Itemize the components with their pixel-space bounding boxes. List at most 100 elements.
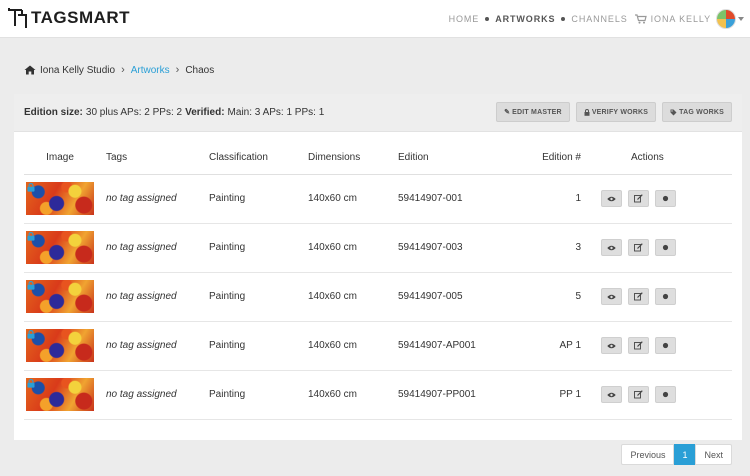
view-button[interactable] xyxy=(601,190,622,207)
table-row: no tag assigned Painting 140x60 cm 59414… xyxy=(24,223,732,273)
artwork-thumbnail[interactable] xyxy=(26,182,94,215)
edition-number-cell: 5 xyxy=(521,272,591,322)
classification-cell: Painting xyxy=(209,370,308,420)
verified-value: Main: 3 APs: 1 PPs: 1 xyxy=(227,107,325,118)
edition-cell: 59414907-003 xyxy=(398,223,521,273)
artwork-image-cell xyxy=(24,223,96,273)
actions-cell xyxy=(591,321,732,371)
more-button[interactable] xyxy=(655,239,676,256)
tags-cell: no tag assigned xyxy=(96,223,209,273)
eye-icon xyxy=(607,392,616,397)
eye-icon xyxy=(607,294,616,299)
edit-button[interactable] xyxy=(628,190,649,207)
edit-button[interactable] xyxy=(628,239,649,256)
artwork-card: Edition size: 30 plus APs: 2 PPs: 2 Veri… xyxy=(14,94,742,440)
lock-icon xyxy=(27,183,35,192)
nav-separator xyxy=(485,17,490,21)
artwork-thumbnail[interactable] xyxy=(26,280,94,313)
edition-cell: 59414907-005 xyxy=(398,272,521,322)
pagination-page-1[interactable]: 1 xyxy=(674,444,696,465)
classification-cell: Painting xyxy=(209,321,308,371)
edition-cell: 59414907-AP001 xyxy=(398,321,521,371)
cart-icon[interactable] xyxy=(634,14,647,24)
dimensions-cell: 140x60 cm xyxy=(308,370,398,420)
tags-cell: no tag assigned xyxy=(96,370,209,420)
edition-number-cell: 3 xyxy=(521,223,591,273)
breadcrumb-artworks[interactable]: Artworks xyxy=(131,65,170,76)
dimensions-cell: 140x60 cm xyxy=(308,174,398,224)
view-button[interactable] xyxy=(601,239,622,256)
artwork-image-cell xyxy=(24,321,96,371)
pagination-previous[interactable]: Previous xyxy=(621,444,675,465)
breadcrumb-separator: › xyxy=(175,64,180,76)
breadcrumb-studio[interactable]: Iona Kelly Studio xyxy=(40,65,115,76)
chevron-down-icon[interactable] xyxy=(738,17,744,21)
tags-cell: no tag assigned xyxy=(96,174,209,224)
eye-icon xyxy=(607,245,616,250)
view-button[interactable] xyxy=(601,337,622,354)
view-button[interactable] xyxy=(601,386,622,403)
breadcrumb-separator: › xyxy=(121,64,125,76)
column-header-edition-number: Edition # xyxy=(521,142,591,175)
dimensions-cell: 140x60 cm xyxy=(308,321,398,371)
classification-cell: Painting xyxy=(209,174,308,224)
eye-icon xyxy=(607,343,616,348)
edition-number-cell: 1 xyxy=(521,174,591,224)
edition-size-value: 30 plus APs: 2 PPs: 2 xyxy=(85,107,183,118)
brand-name: TAGSMART xyxy=(31,8,131,27)
edition-cell: 59414907-PP001 xyxy=(398,370,521,420)
tags-cell: no tag assigned xyxy=(96,321,209,371)
dimensions-cell: 140x60 cm xyxy=(308,223,398,273)
dot-icon xyxy=(662,293,669,300)
artwork-image-cell xyxy=(24,370,96,420)
actions-cell xyxy=(591,174,732,224)
lock-icon xyxy=(27,232,35,241)
breadcrumb: Iona Kelly Studio › Artworks › Chaos xyxy=(14,50,742,90)
table-row: no tag assigned Painting 140x60 cm 59414… xyxy=(24,370,732,420)
avatar[interactable] xyxy=(716,9,736,29)
artwork-thumbnail[interactable] xyxy=(26,231,94,264)
dot-icon xyxy=(662,342,669,349)
lock-icon xyxy=(584,108,590,116)
artwork-thumbnail[interactable] xyxy=(26,378,94,411)
dimensions-cell: 140x60 cm xyxy=(308,272,398,322)
verify-works-button[interactable]: VERIFY WORKS xyxy=(575,102,657,122)
edition-number-cell: AP 1 xyxy=(521,321,591,371)
verified-label: Verified: xyxy=(185,107,225,118)
nav-artworks[interactable]: ARTWORKS xyxy=(495,14,555,24)
edit-button[interactable] xyxy=(628,337,649,354)
column-header-dimensions: Dimensions xyxy=(308,142,398,175)
pagination-next[interactable]: Next xyxy=(695,444,732,465)
more-button[interactable] xyxy=(655,386,676,403)
table-row: no tag assigned Painting 140x60 cm 59414… xyxy=(24,272,732,322)
edit-icon xyxy=(634,341,643,350)
logo-icon xyxy=(8,8,27,28)
edit-button[interactable] xyxy=(628,386,649,403)
actions-cell xyxy=(591,223,732,273)
edit-icon xyxy=(634,390,643,399)
nav-user-name[interactable]: IONA KELLY xyxy=(651,14,711,24)
more-button[interactable] xyxy=(655,288,676,305)
dot-icon xyxy=(662,391,669,398)
column-header-actions: Actions xyxy=(591,142,732,175)
nav-channels[interactable]: CHANNELS xyxy=(571,14,627,24)
column-header-image: Image xyxy=(24,142,96,175)
edit-icon xyxy=(634,292,643,301)
tag-icon xyxy=(670,109,677,115)
more-button[interactable] xyxy=(655,190,676,207)
edit-master-button[interactable]: ✎ EDIT MASTER xyxy=(496,102,570,122)
edition-size-label: Edition size: xyxy=(24,107,83,118)
lock-icon xyxy=(27,330,35,339)
more-button[interactable] xyxy=(655,337,676,354)
top-navbar: TAGSMART HOME ARTWORKS CHANNELS IONA KEL… xyxy=(0,0,750,38)
nav-home[interactable]: HOME xyxy=(449,14,480,24)
edit-button[interactable] xyxy=(628,288,649,305)
tag-works-button[interactable]: TAG WORKS xyxy=(662,102,732,122)
tags-cell: no tag assigned xyxy=(96,272,209,322)
eye-icon xyxy=(607,196,616,201)
view-button[interactable] xyxy=(601,288,622,305)
dot-icon xyxy=(662,195,669,202)
column-header-classification: Classification xyxy=(209,142,308,175)
brand-logo[interactable]: TAGSMART xyxy=(6,6,130,30)
artwork-thumbnail[interactable] xyxy=(26,329,94,362)
